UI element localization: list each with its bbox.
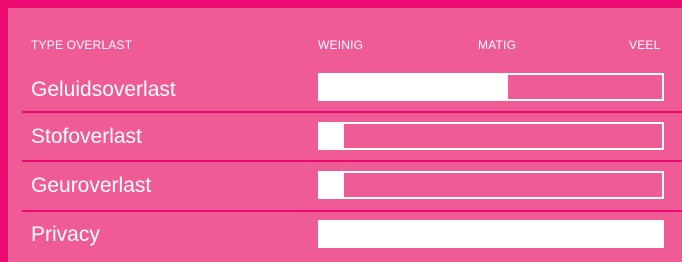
- bar-track: [318, 171, 664, 199]
- scale-label-low: WEINIG: [318, 38, 364, 52]
- scale-label-mid: MATIG: [478, 38, 517, 52]
- row-divider: [22, 210, 682, 212]
- bar-track: [318, 122, 664, 150]
- row-divider: [22, 111, 682, 113]
- category-label: Privacy: [31, 223, 100, 246]
- scale-label-high: VEEL: [629, 38, 661, 52]
- row-divider: [22, 160, 682, 162]
- bar-track: [318, 73, 664, 101]
- type-column-header: TYPE OVERLAST: [31, 38, 133, 52]
- bar: [320, 124, 344, 148]
- category-label: Stofoverlast: [31, 125, 142, 148]
- bar: [320, 75, 509, 99]
- category-label: Geuroverlast: [31, 174, 152, 197]
- bar: [320, 173, 344, 197]
- bar: [320, 222, 662, 246]
- category-label: Geluidsoverlast: [31, 78, 176, 101]
- bar-track: [318, 220, 664, 248]
